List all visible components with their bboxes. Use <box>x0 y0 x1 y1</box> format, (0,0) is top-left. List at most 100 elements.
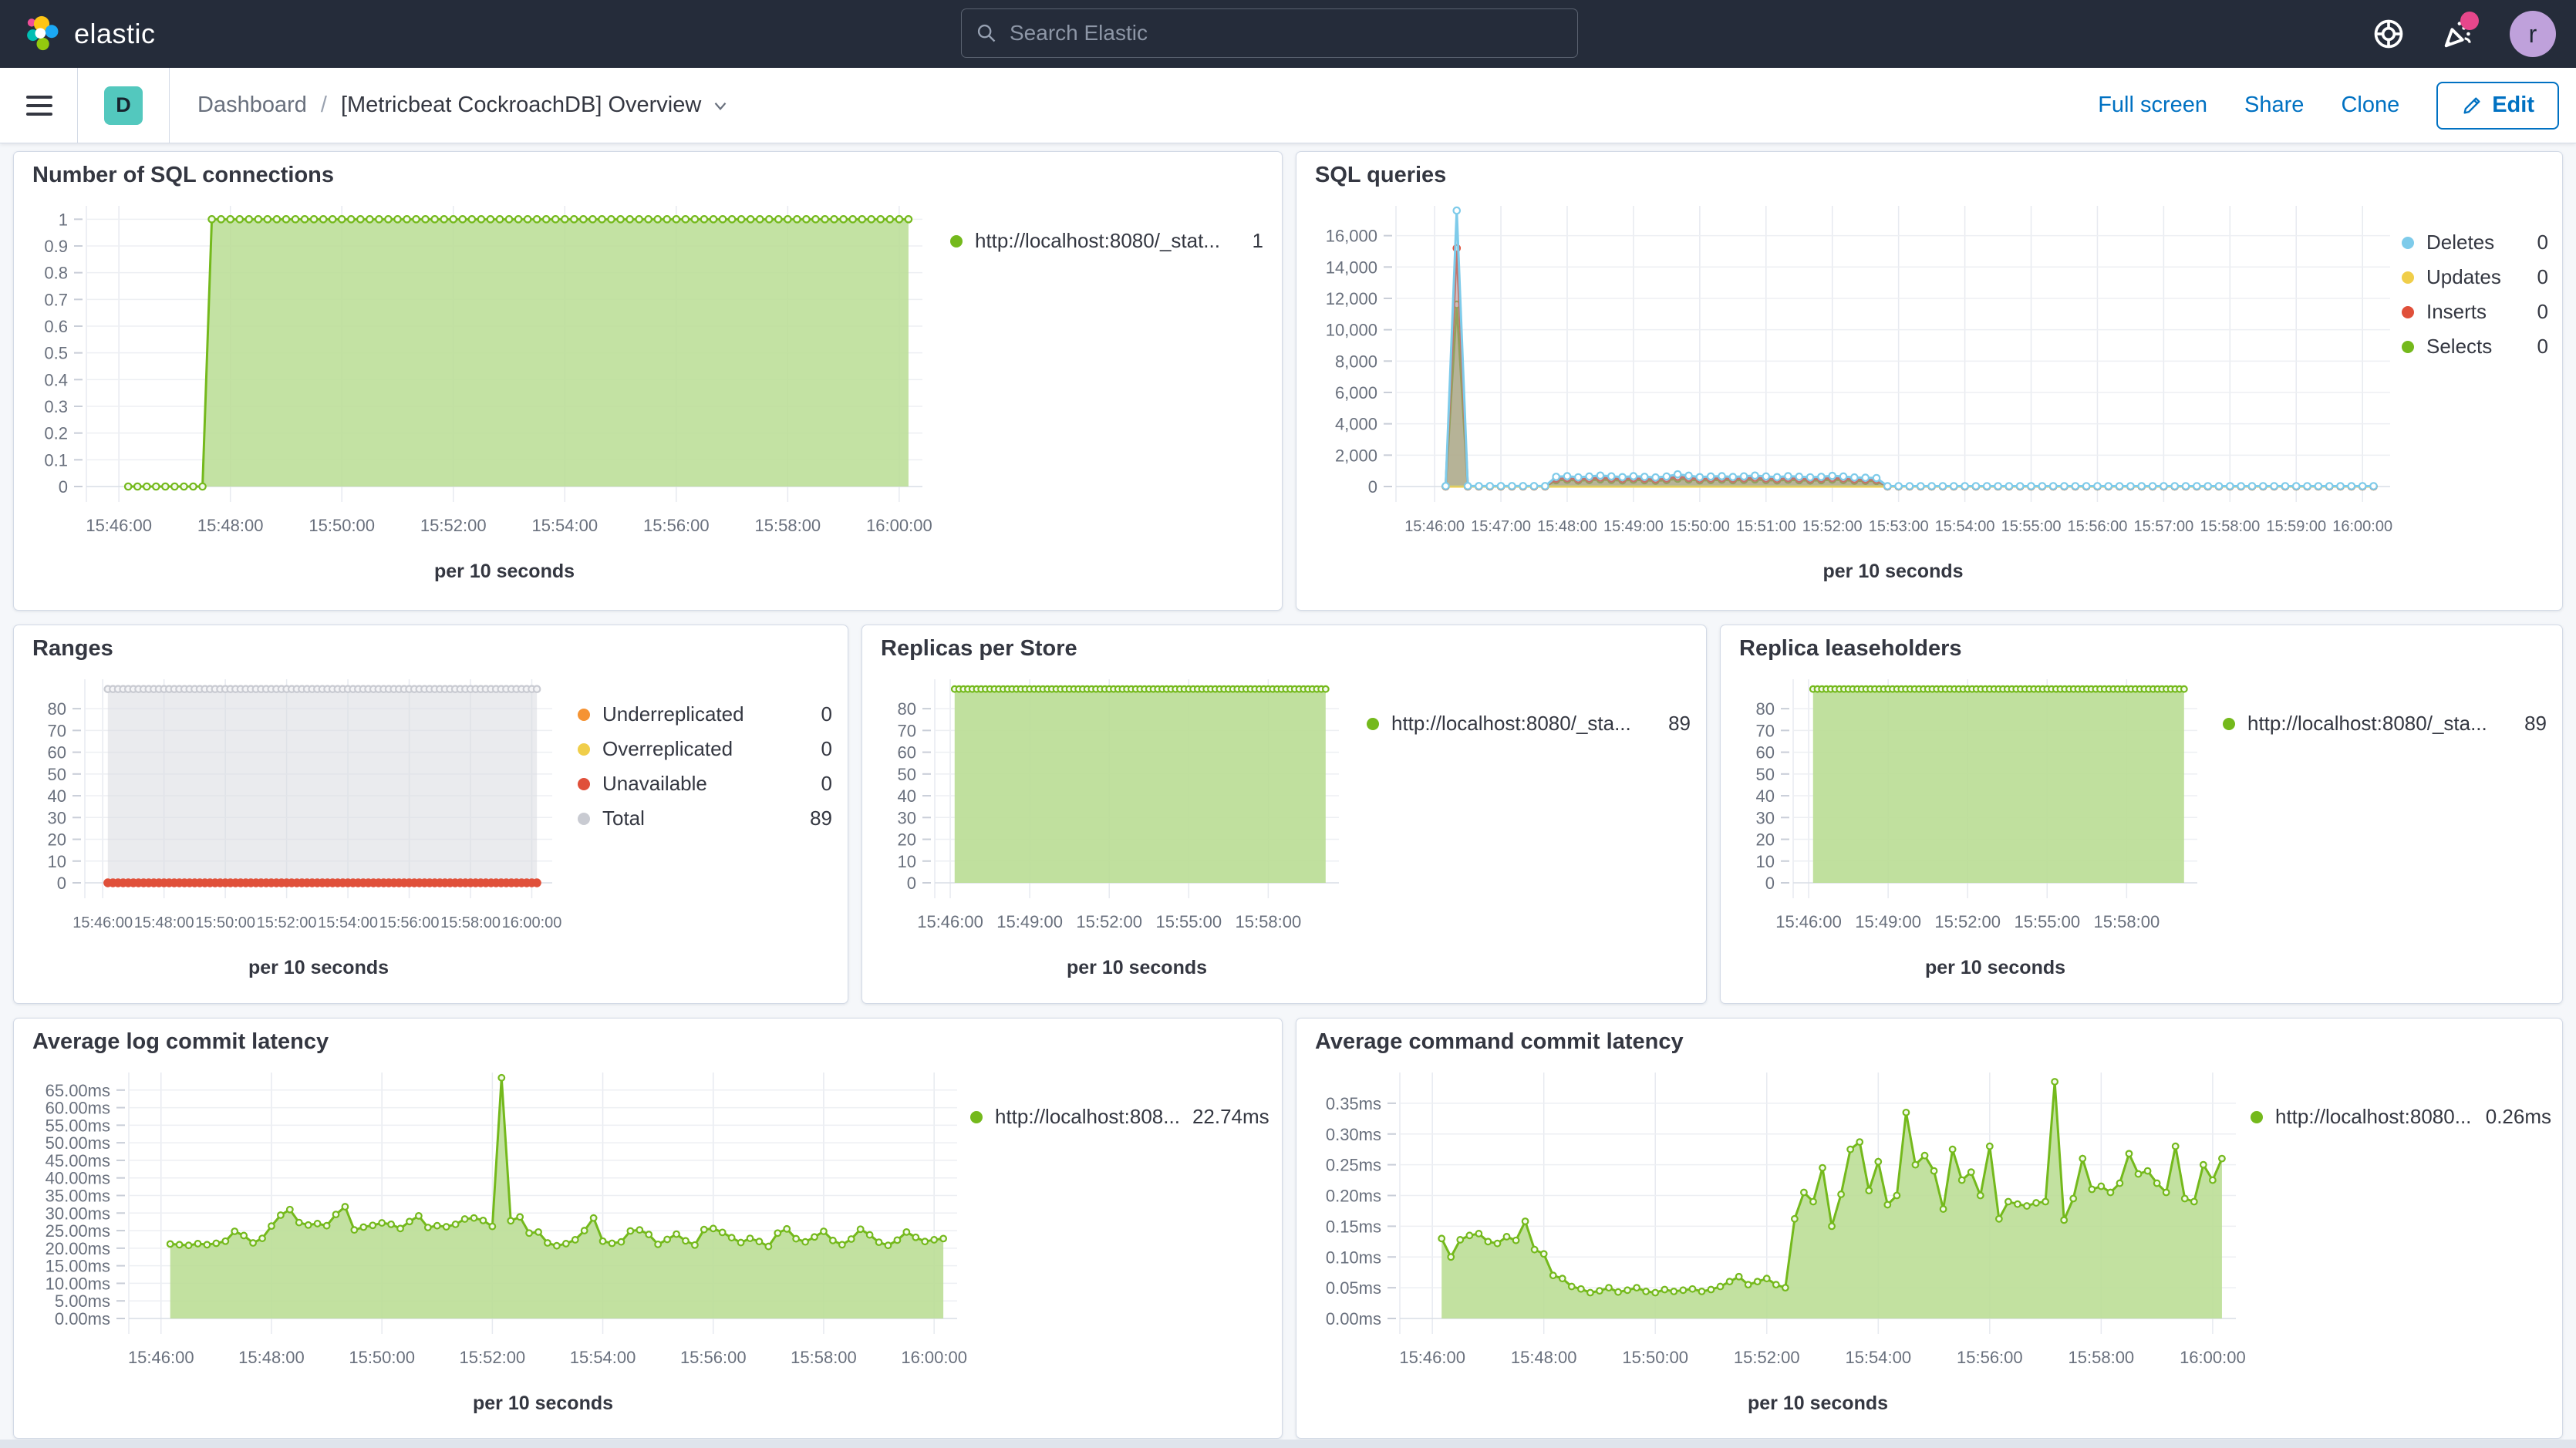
svg-text:30: 30 <box>898 808 916 827</box>
user-avatar[interactable]: r <box>2510 11 2556 57</box>
svg-text:70: 70 <box>48 721 66 740</box>
svg-text:65.00ms: 65.00ms <box>46 1081 110 1100</box>
panel-title[interactable]: Number of SQL connections <box>32 163 334 188</box>
elastic-logo-icon <box>22 14 62 54</box>
legend-item[interactable]: http://localhost:8080/_stat... 1 <box>950 229 1259 253</box>
panel-title[interactable]: Average log commit latency <box>32 1029 329 1055</box>
svg-text:80: 80 <box>48 699 66 719</box>
svg-text:0: 0 <box>907 874 916 893</box>
chart-canvas[interactable]: 15:46:0015:48:0015:50:0015:52:0015:54:00… <box>25 186 935 602</box>
legend-swatch <box>970 1111 983 1123</box>
svg-text:15:49:00: 15:49:00 <box>996 912 1063 931</box>
svg-text:15:54:00: 15:54:00 <box>318 914 378 931</box>
legend-item[interactable]: Underreplicated 0 <box>578 702 832 726</box>
legend-item[interactable]: Deletes 0 <box>2402 231 2548 254</box>
share-button[interactable]: Share <box>2244 93 2304 118</box>
svg-text:15:47:00: 15:47:00 <box>1471 518 1531 535</box>
svg-text:15:46:00: 15:46:00 <box>86 516 152 535</box>
svg-text:15:54:00: 15:54:00 <box>531 516 598 535</box>
panel-title[interactable]: Average command commit latency <box>1315 1029 1684 1055</box>
notification-badge <box>2460 12 2479 30</box>
panel-title[interactable]: SQL queries <box>1315 163 1446 188</box>
svg-text:20: 20 <box>1756 830 1775 850</box>
svg-text:80: 80 <box>898 699 916 719</box>
legend-item[interactable]: Selects 0 <box>2402 335 2548 359</box>
svg-text:15:52:00: 15:52:00 <box>1734 1348 1800 1367</box>
svg-text:0: 0 <box>1368 477 1377 497</box>
svg-text:25.00ms: 25.00ms <box>46 1221 110 1241</box>
svg-text:16:00:00: 16:00:00 <box>2332 518 2392 535</box>
svg-text:0.20ms: 0.20ms <box>1326 1187 1381 1206</box>
search-input[interactable] <box>1008 20 1563 46</box>
chart-canvas[interactable]: 15:46:0015:47:0015:48:0015:49:0015:50:00… <box>1307 186 2402 602</box>
dashboard-grid: Number of SQL connections 15:46:0015:48:… <box>0 151 2576 1440</box>
svg-text:15:48:00: 15:48:00 <box>1511 1348 1577 1367</box>
svg-text:0.6: 0.6 <box>44 317 68 336</box>
legend-item[interactable]: Unavailable 0 <box>578 772 832 796</box>
legend-swatch <box>950 235 963 248</box>
panel-title[interactable]: Ranges <box>32 636 113 662</box>
svg-text:per 10 seconds: per 10 seconds <box>434 561 575 582</box>
global-search[interactable] <box>961 8 1578 58</box>
legend-swatch <box>578 813 590 825</box>
svg-text:15:49:00: 15:49:00 <box>1603 518 1664 535</box>
svg-text:0.25ms: 0.25ms <box>1326 1156 1381 1175</box>
chart-canvas[interactable]: 15:46:0015:49:0015:52:0015:55:0015:58:00… <box>1731 659 2210 998</box>
legend-item[interactable]: Total 89 <box>578 807 832 830</box>
panel-title[interactable]: Replicas per Store <box>881 636 1077 662</box>
dashboard-title-menu[interactable]: [Metricbeat CockroachDB] Overview <box>341 93 730 118</box>
legend-item[interactable]: Inserts 0 <box>2402 300 2548 324</box>
menu-icon[interactable] <box>26 96 52 116</box>
breadcrumb-dashboard[interactable]: Dashboard <box>197 93 307 118</box>
svg-text:15:48:00: 15:48:00 <box>238 1348 305 1367</box>
svg-text:per 10 seconds: per 10 seconds <box>473 1392 613 1414</box>
legend-item[interactable]: Overreplicated 0 <box>578 737 832 761</box>
panel-replica-leaseholders: Replica leaseholders 15:46:0015:49:0015:… <box>1720 625 2563 1004</box>
divider <box>169 68 170 143</box>
svg-text:15:50:00: 15:50:00 <box>349 1348 415 1367</box>
svg-text:0.2: 0.2 <box>44 424 68 443</box>
legend-item[interactable]: http://localhost:8080... 0.26ms <box>2251 1105 2551 1129</box>
svg-text:0.4: 0.4 <box>44 370 68 389</box>
svg-text:20: 20 <box>898 830 916 850</box>
panel-sql-queries: SQL queries 15:46:0015:47:0015:48:0015:4… <box>1296 151 2563 611</box>
svg-text:0.15ms: 0.15ms <box>1326 1217 1381 1236</box>
svg-text:20.00ms: 20.00ms <box>46 1239 110 1258</box>
chart-canvas[interactable]: 15:46:0015:49:0015:52:0015:55:0015:58:00… <box>873 659 1351 998</box>
svg-text:70: 70 <box>1756 721 1775 740</box>
svg-text:50.00ms: 50.00ms <box>46 1133 110 1153</box>
legend-item[interactable]: http://localhost:808... 22.74ms <box>970 1105 1263 1129</box>
full-screen-button[interactable]: Full screen <box>2098 93 2207 118</box>
horizontal-scrollbar[interactable] <box>0 1440 2576 1448</box>
legend-item[interactable]: Updates 0 <box>2402 265 2548 289</box>
legend-item[interactable]: http://localhost:8080/_sta... 89 <box>2223 712 2547 736</box>
edit-button[interactable]: Edit <box>2436 82 2559 130</box>
newsfeed-icon[interactable] <box>2440 16 2476 52</box>
legend-swatch <box>2402 271 2414 284</box>
panel-title[interactable]: Replica leaseholders <box>1739 636 1962 662</box>
help-icon[interactable] <box>2371 16 2406 52</box>
dashboard-app-badge[interactable]: D <box>104 86 143 125</box>
svg-text:2,000: 2,000 <box>1335 446 1377 465</box>
svg-text:15:59:00: 15:59:00 <box>2266 518 2326 535</box>
svg-text:70: 70 <box>898 721 916 740</box>
svg-text:10: 10 <box>898 852 916 871</box>
svg-text:16:00:00: 16:00:00 <box>502 914 562 931</box>
svg-text:30: 30 <box>1756 808 1775 827</box>
avatar-initial: r <box>2529 20 2537 49</box>
elastic-logo[interactable]: elastic <box>22 14 156 54</box>
svg-text:15:46:00: 15:46:00 <box>1404 518 1465 535</box>
chart-canvas[interactable]: 15:46:0015:48:0015:50:0015:52:0015:54:00… <box>25 1052 969 1434</box>
svg-text:15:46:00: 15:46:00 <box>917 912 983 931</box>
clone-button[interactable]: Clone <box>2341 93 2399 118</box>
svg-text:60: 60 <box>898 743 916 763</box>
svg-text:15:46:00: 15:46:00 <box>128 1348 194 1367</box>
svg-text:0.10ms: 0.10ms <box>1326 1248 1381 1267</box>
legend-item[interactable]: http://localhost:8080/_sta... 89 <box>1367 712 1691 736</box>
svg-text:80: 80 <box>1756 699 1775 719</box>
chart-canvas[interactable]: 15:46:0015:48:0015:50:0015:52:0015:54:00… <box>25 659 565 998</box>
chart-canvas[interactable]: 15:46:0015:48:0015:50:0015:52:0015:54:00… <box>1307 1052 2248 1434</box>
svg-text:15:48:00: 15:48:00 <box>197 516 264 535</box>
svg-text:50: 50 <box>1756 765 1775 784</box>
svg-text:4,000: 4,000 <box>1335 415 1377 434</box>
